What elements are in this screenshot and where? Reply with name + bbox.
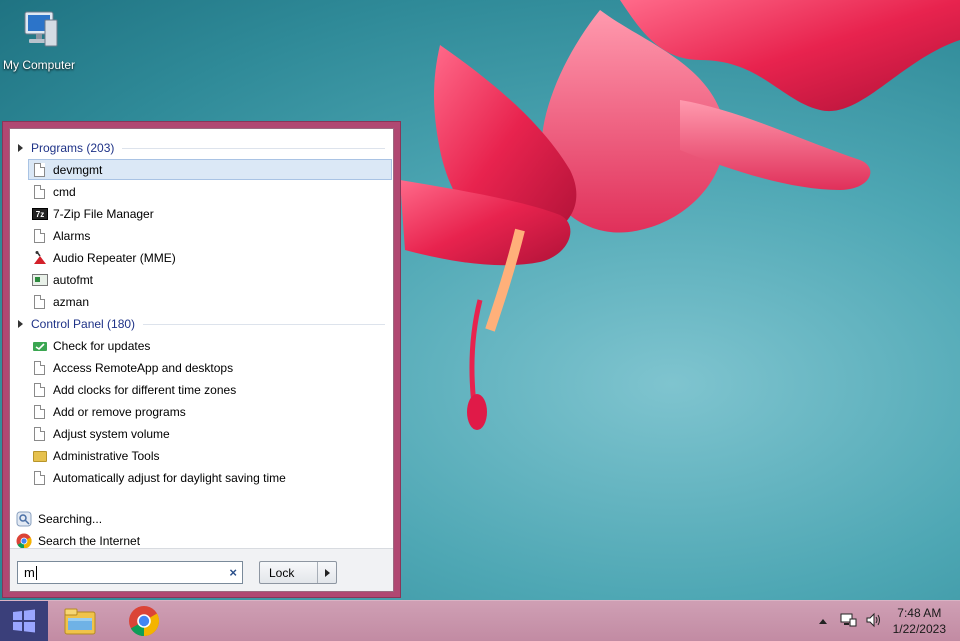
- divider: [143, 324, 385, 325]
- result-item-daylight-saving[interactable]: Automatically adjust for daylight saving…: [28, 467, 392, 488]
- volume-icon[interactable]: [865, 612, 883, 631]
- desktop-icon-my-computer[interactable]: My Computer: [0, 8, 78, 72]
- chrome-taskbar-button[interactable]: [124, 605, 164, 637]
- lock-button[interactable]: Lock: [259, 561, 337, 584]
- start-menu-panel: Programs (203) devmgmt cmd 7z 7-Zip File…: [9, 128, 394, 592]
- search-input[interactable]: m ×: [17, 561, 243, 584]
- result-item-label: autofmt: [53, 272, 94, 287]
- result-item-autofmt[interactable]: autofmt: [28, 269, 392, 290]
- start-search-area: m × Lock: [10, 548, 393, 591]
- result-item-label: Add or remove programs: [53, 404, 186, 419]
- audio-repeater-icon: [32, 250, 48, 266]
- document-icon: [32, 294, 48, 310]
- windows-update-icon: [32, 338, 48, 354]
- group-header-label: Control Panel (180): [31, 317, 136, 331]
- system-tray: 7:48 AM 1/22/2023: [818, 601, 960, 641]
- expand-arrow-icon: [18, 144, 23, 152]
- desktop-icon-label: My Computer: [2, 58, 76, 72]
- start-menu: Programs (203) devmgmt cmd 7z 7-Zip File…: [2, 121, 401, 598]
- result-item-label: devmgmt: [53, 162, 103, 177]
- folder-icon: [32, 448, 48, 464]
- result-item-devmgmt[interactable]: devmgmt: [28, 159, 392, 180]
- chrome-icon: [129, 606, 160, 636]
- result-item-azman[interactable]: azman: [28, 291, 392, 312]
- group-header-label: Programs (203): [31, 141, 115, 155]
- result-item-label: azman: [53, 294, 90, 309]
- result-item-label: Access RemoteApp and desktops: [53, 360, 234, 375]
- document-icon: [32, 382, 48, 398]
- network-icon[interactable]: [839, 612, 857, 631]
- windows-logo-icon: [13, 609, 35, 633]
- result-item-alarms[interactable]: Alarms: [28, 225, 392, 246]
- searching-label: Searching...: [38, 512, 103, 526]
- file-explorer-icon: [64, 608, 96, 635]
- result-item-label: Audio Repeater (MME): [53, 250, 176, 265]
- result-item-adjust-volume[interactable]: Adjust system volume: [28, 423, 392, 444]
- document-icon: [32, 228, 48, 244]
- chrome-icon: [16, 533, 32, 549]
- document-icon: [32, 426, 48, 442]
- clear-search-icon[interactable]: ×: [229, 565, 237, 580]
- result-item-label: Check for updates: [53, 338, 151, 353]
- result-item-label: Add clocks for different time zones: [53, 382, 237, 397]
- result-item-label: Automatically adjust for daylight saving…: [53, 470, 286, 485]
- result-item-label: Alarms: [53, 228, 91, 243]
- result-item-add-remove-programs[interactable]: Add or remove programs: [28, 401, 392, 422]
- document-icon: [32, 360, 48, 376]
- document-icon: [32, 470, 48, 486]
- result-item-check-updates[interactable]: Check for updates: [28, 335, 392, 356]
- document-icon: [32, 404, 48, 420]
- divider: [122, 148, 385, 149]
- taskbar: 7:48 AM 1/22/2023: [0, 600, 960, 641]
- group-header-programs[interactable]: Programs (203): [18, 139, 385, 157]
- result-item-label: cmd: [53, 184, 76, 199]
- result-item-cmd[interactable]: cmd: [28, 181, 392, 202]
- result-item-admin-tools[interactable]: Administrative Tools: [28, 445, 392, 466]
- clock-date: 1/22/2023: [892, 622, 946, 636]
- search-results: Programs (203) devmgmt cmd 7z 7-Zip File…: [10, 129, 393, 549]
- search-progress-icon: [16, 511, 32, 527]
- expand-arrow-icon: [18, 320, 23, 328]
- result-item-audio-repeater[interactable]: Audio Repeater (MME): [28, 247, 392, 268]
- result-item-remoteapp[interactable]: Access RemoteApp and desktops: [28, 357, 392, 378]
- search-internet-label: Search the Internet: [38, 534, 141, 548]
- clock-time: 7:48 AM: [897, 606, 942, 620]
- result-item-label: 7-Zip File Manager: [53, 206, 154, 221]
- group-header-control-panel[interactable]: Control Panel (180): [18, 315, 385, 333]
- power-options-arrow-button[interactable]: [317, 562, 336, 583]
- start-button[interactable]: [0, 601, 48, 641]
- document-icon: [32, 162, 48, 178]
- text-caret: [35, 565, 37, 580]
- search-input-value: m: [24, 565, 35, 580]
- taskbar-clock[interactable]: 7:48 AM 1/22/2023: [893, 605, 946, 637]
- result-item-add-clocks[interactable]: Add clocks for different time zones: [28, 379, 392, 400]
- chevron-right-icon: [324, 568, 330, 577]
- result-item-7zip[interactable]: 7z 7-Zip File Manager: [28, 203, 392, 224]
- 7zip-icon: 7z: [32, 206, 48, 222]
- result-item-label: Administrative Tools: [53, 448, 160, 463]
- console-app-icon: [32, 272, 48, 288]
- file-explorer-taskbar-button[interactable]: [60, 605, 100, 637]
- document-icon: [32, 184, 48, 200]
- lock-button-label: Lock: [269, 565, 295, 580]
- show-hidden-icons-button[interactable]: [818, 618, 827, 624]
- searching-status: Searching...: [16, 509, 102, 529]
- result-item-label: Adjust system volume: [53, 426, 170, 441]
- computer-icon: [17, 8, 61, 52]
